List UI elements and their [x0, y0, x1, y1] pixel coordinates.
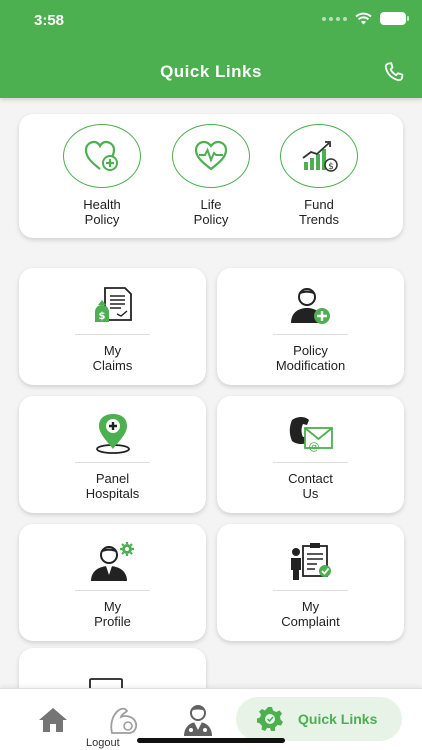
home-indicator [137, 738, 285, 743]
page-title: Quick Links [160, 62, 262, 81]
battery-icon [380, 12, 409, 25]
nav-quick-links[interactable]: Quick Links [236, 697, 402, 741]
my-complaint-tile[interactable]: My Complaint [217, 524, 404, 641]
status-icons [322, 12, 409, 25]
my-claims-tile[interactable]: $ My Claims [19, 268, 206, 385]
doctor-icon [184, 705, 212, 736]
heart-plus-icon [84, 140, 118, 171]
strength-arm-icon [110, 707, 138, 734]
hospital-location-icon [95, 414, 130, 454]
contact-phone-mail-icon: @ [289, 417, 333, 453]
svg-text:@: @ [308, 440, 319, 453]
health-policy-button[interactable]: Health Policy [62, 124, 142, 234]
user-add-icon [290, 288, 330, 324]
gear-icon [257, 707, 283, 731]
nav-doctor[interactable] [180, 703, 216, 737]
policy-modification-label: Policy Modification [275, 343, 346, 373]
contact-us-tile[interactable]: @ Contact Us [217, 396, 404, 513]
fund-trends-label: Fund Trends [299, 197, 339, 227]
fund-trends-button[interactable]: $ Fund Trends [279, 124, 359, 234]
chart-growth-icon: $ [302, 141, 338, 172]
status-bar: 3:58 [0, 0, 422, 44]
wifi-icon [355, 12, 372, 25]
life-policy-button[interactable]: Life Policy [171, 124, 251, 234]
user-settings-icon [90, 542, 134, 581]
signal-icon [322, 16, 347, 21]
logout-label: Logout [86, 737, 120, 749]
my-profile-tile[interactable]: My Profile [19, 524, 206, 641]
phone-icon[interactable] [382, 60, 406, 84]
my-complaint-label: My Complaint [281, 599, 340, 629]
svg-text:$: $ [328, 162, 334, 172]
home-icon [39, 708, 67, 732]
status-time: 3:58 [34, 12, 65, 29]
my-profile-label: My Profile [94, 599, 131, 629]
health-policy-label: Health Policy [83, 197, 121, 227]
heartbeat-icon [194, 140, 228, 171]
heartbeat-icon-frame [172, 124, 250, 188]
panel-hospitals-label: Panel Hospitals [85, 471, 140, 501]
contact-us-label: Contact Us [288, 471, 333, 501]
policy-modification-tile[interactable]: Policy Modification [217, 268, 404, 385]
heart-plus-icon-frame [63, 124, 141, 188]
complaint-clipboard-icon [290, 543, 331, 580]
nav-home[interactable] [36, 703, 70, 737]
chart-growth-icon-frame: $ [280, 124, 358, 188]
nav-health[interactable] [106, 703, 142, 737]
nav-quick-links-label: Quick Links [298, 711, 378, 727]
my-claims-label: My Claims [92, 343, 133, 373]
panel-hospitals-tile[interactable]: Panel Hospitals [19, 396, 206, 513]
life-policy-label: Life Policy [193, 197, 229, 227]
policy-card: Health Policy Life Policy $ Fund Trends [19, 114, 403, 238]
svg-text:$: $ [98, 311, 105, 322]
claims-document-icon: $ [94, 287, 132, 322]
app-header: 3:58 Quick Links [0, 0, 422, 98]
